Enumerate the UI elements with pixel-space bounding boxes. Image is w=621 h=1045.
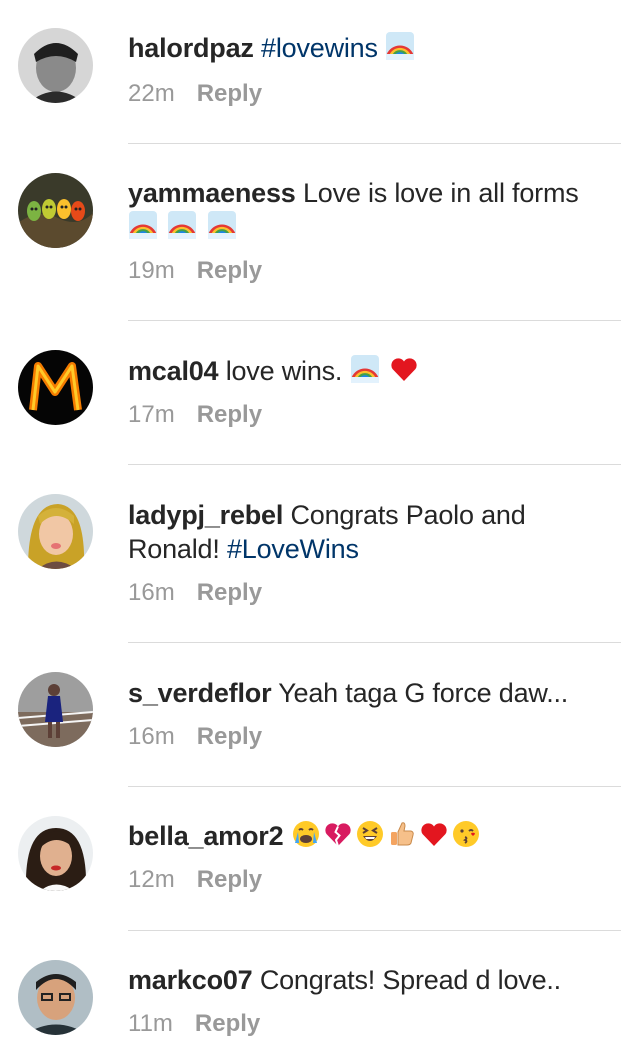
comment-meta: 17m Reply [128, 400, 611, 430]
comment-text: markco07 Congrats! Spread d love.. [128, 963, 611, 997]
avatar[interactable] [18, 672, 93, 747]
reply-button[interactable]: Reply [197, 865, 262, 895]
comment-timestamp: 22m [128, 80, 175, 107]
comment-hashtag[interactable]: #LoveWins [227, 534, 359, 564]
comment-timestamp: 19m [128, 257, 175, 284]
rainbow-emoji-icon [167, 210, 197, 240]
rainbow-emoji-icon [385, 31, 415, 61]
comment-item: halordpaz #lovewins 22m Reply [0, 0, 621, 143]
reply-button[interactable]: Reply [195, 1009, 260, 1039]
rainbow-emoji-icon [207, 210, 237, 240]
crying-face-emoji-icon [291, 819, 321, 849]
comment-item: ladypj_rebel Congrats Paolo and Ronald! … [0, 464, 621, 642]
comment-text: yammaeness Love is love in all forms [128, 176, 611, 244]
comment-timestamp: 16m [128, 723, 175, 750]
comment-hashtag[interactable]: #lovewins [261, 33, 378, 63]
reply-button[interactable]: Reply [197, 722, 262, 752]
comment-list: halordpaz #lovewins 22m Reply yammaeness… [0, 0, 621, 1045]
comment-meta: 19m Reply [128, 256, 611, 286]
comment-timestamp: 11m [128, 1010, 173, 1037]
reply-button[interactable]: Reply [197, 400, 262, 430]
comment-meta: 16m Reply [128, 578, 611, 608]
comment-item: mcal04 love wins. 17m Reply [0, 320, 621, 464]
comment-meta: 16m Reply [128, 722, 611, 752]
avatar[interactable] [18, 28, 93, 103]
comment-username[interactable]: bella_amor2 [128, 821, 284, 851]
comment-body: Congrats! Spread d love.. [259, 965, 561, 995]
comment-text: bella_amor2 [128, 819, 611, 853]
comment-username[interactable]: s_verdeflor [128, 678, 272, 708]
thumbs-up-emoji-icon [387, 819, 417, 849]
comment-body: Love is love in all forms [302, 178, 579, 208]
comment-timestamp: 12m [128, 866, 175, 893]
rainbow-emoji-icon [350, 354, 380, 384]
comment-meta: 11m Reply [128, 1009, 611, 1039]
comment-text: s_verdeflor Yeah taga G force daw... [128, 676, 611, 710]
comment-timestamp: 16m [128, 579, 175, 606]
avatar[interactable] [18, 960, 93, 1035]
comment-meta: 12m Reply [128, 865, 611, 895]
comment-username[interactable]: halordpaz [128, 33, 254, 63]
comment-item: bella_amor2 12m Reply [0, 786, 621, 930]
comment-item: yammaeness Love is love in all forms 19m… [0, 143, 621, 320]
avatar[interactable] [18, 173, 93, 248]
comment-username[interactable]: mcal04 [128, 356, 219, 386]
avatar[interactable] [18, 494, 93, 569]
comment-timestamp: 17m [128, 401, 175, 428]
rainbow-emoji-icon [128, 210, 158, 240]
reply-button[interactable]: Reply [197, 578, 262, 608]
comment-username[interactable]: markco07 [128, 965, 253, 995]
comment-username[interactable]: ladypj_rebel [128, 500, 283, 530]
comment-text: halordpaz #lovewins [128, 31, 611, 65]
comment-username[interactable]: yammaeness [128, 178, 296, 208]
red-heart-emoji-icon [419, 819, 449, 849]
comment-meta: 22m Reply [128, 79, 611, 109]
squinting-laugh-emoji-icon [355, 819, 385, 849]
comment-text: mcal04 love wins. [128, 354, 611, 388]
red-heart-emoji-icon [389, 354, 419, 384]
comment-body: Yeah taga G force daw... [278, 678, 569, 708]
comment-text: ladypj_rebel Congrats Paolo and Ronald! … [128, 498, 611, 566]
comment-item: markco07 Congrats! Spread d love.. 11m R… [0, 930, 621, 1045]
reply-button[interactable]: Reply [197, 256, 262, 286]
comment-body: love wins. [225, 356, 343, 386]
broken-heart-emoji-icon [323, 819, 353, 849]
reply-button[interactable]: Reply [197, 79, 262, 109]
comment-item: s_verdeflor Yeah taga G force daw... 16m… [0, 642, 621, 786]
avatar[interactable] [18, 350, 93, 425]
avatar[interactable] [18, 816, 93, 891]
kissing-face-emoji-icon [451, 819, 481, 849]
